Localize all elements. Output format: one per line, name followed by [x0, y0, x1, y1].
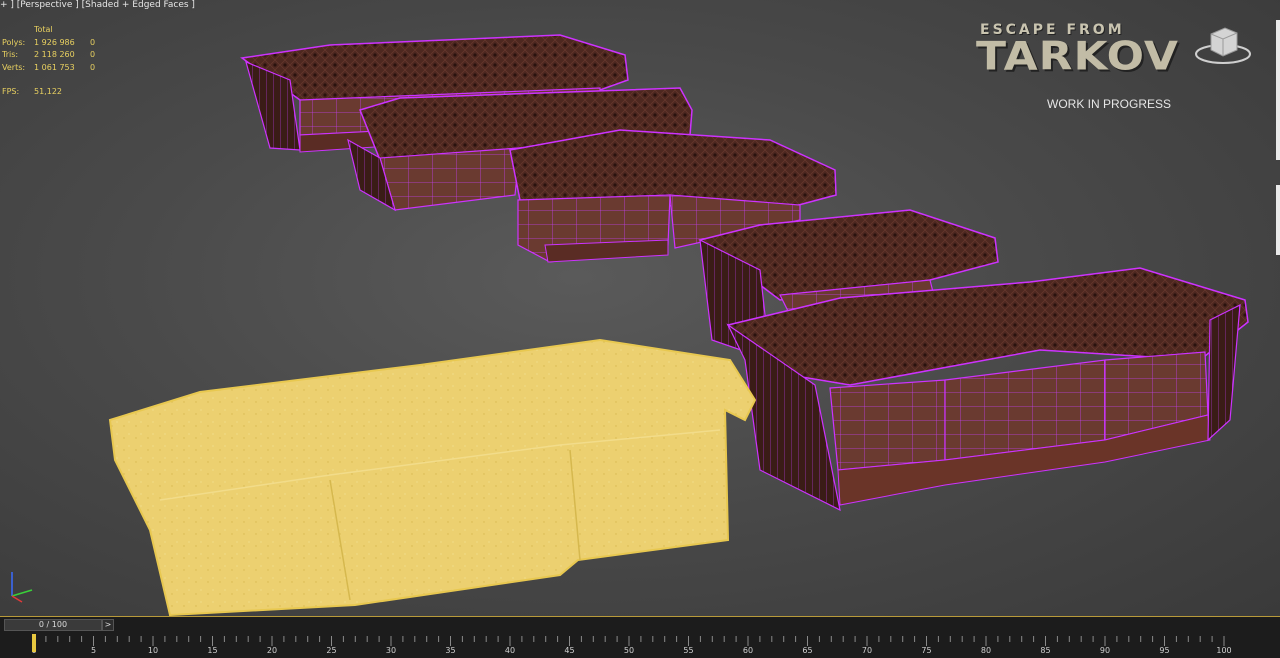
timeline-tick-label: 65 [802, 646, 813, 655]
side-panel-edge [1276, 185, 1280, 255]
timeline-tick-label: 50 [623, 646, 635, 655]
stats-row-polys: Polys: 1 926 986 0 [2, 37, 95, 50]
game-logo: ESCAPE FROM TARKOV [976, 22, 1178, 90]
logo-main-text: TARKOV [976, 33, 1179, 80]
frame-label: 0 / 100 [38, 620, 68, 629]
side-panel-edge [1276, 20, 1280, 160]
stats-value: 1 061 753 [34, 62, 75, 72]
timeline-tick-label: 35 [445, 646, 456, 655]
stats-extra: 0 [90, 50, 96, 59]
timeline-tick-label: 10 [147, 646, 159, 655]
stats-key: Verts: [2, 62, 26, 72]
timeline-tick-label: 40 [504, 646, 516, 655]
time-slider[interactable]: 0 / 100 [4, 619, 102, 631]
next-frame-button[interactable]: > [102, 619, 114, 631]
stats-key: Tris: [2, 50, 19, 59]
stats-value: 1 926 986 [34, 37, 75, 47]
timeline-tick-label: 5 [90, 646, 97, 655]
stats-key: Polys: [2, 37, 26, 47]
stats-overlay: Total Polys: 1 926 986 0 Tris: 2 118 260… [2, 24, 95, 74]
timeline-tick-label: 25 [326, 646, 337, 655]
stats-extra: 0 [90, 62, 96, 72]
axis-gizmo-icon [11, 572, 33, 603]
stats-value: 2 118 260 [34, 50, 75, 59]
timeline-tick-label: 85 [1040, 646, 1051, 655]
sofa-model-selected[interactable] [108, 338, 757, 616]
fps-counter: FPS: 51,122 [2, 87, 62, 96]
viewport-perspective[interactable]: + ] [Perspective ] [Shaded + Edged Faces… [0, 0, 1280, 617]
playhead-marker[interactable] [32, 634, 36, 652]
fps-value: 51,122 [34, 87, 62, 96]
stats-row-verts: Verts: 1 061 753 0 [2, 62, 95, 75]
timeline-tick-label: 95 [1159, 646, 1170, 655]
timeline-tick-label: 15 [207, 646, 218, 655]
viewcube-icon[interactable] [1193, 20, 1253, 68]
watermark-text: WORK IN PROGRESS [1047, 97, 1172, 111]
scene-canvas[interactable] [0, 0, 1280, 617]
timeline-tick-label: 70 [861, 646, 873, 655]
fps-label: FPS: [2, 87, 20, 96]
timeline-bar[interactable]: 0 / 100 > 051015202530354045505560657075… [0, 617, 1280, 658]
timeline-tick-label: 55 [683, 646, 694, 655]
timeline-tick-label: 45 [564, 646, 575, 655]
stats-row-tris: Tris: 2 118 260 0 [2, 49, 95, 62]
timeline-tick-label: 20 [266, 646, 278, 655]
timeline-tick-label: 30 [385, 646, 397, 655]
stats-extra: 0 [90, 37, 96, 47]
timeline-tick-label: 90 [1099, 646, 1111, 655]
timeline-tick-label: 60 [742, 646, 754, 655]
stats-header: Total [34, 25, 53, 34]
timeline-tick-label: 100 [1216, 646, 1232, 655]
viewport-label[interactable]: + ] [Perspective ] [Shaded + Edged Faces… [0, 0, 195, 11]
timeline-tick-label: 75 [921, 646, 932, 655]
timeline-tick-label: 80 [980, 646, 992, 655]
